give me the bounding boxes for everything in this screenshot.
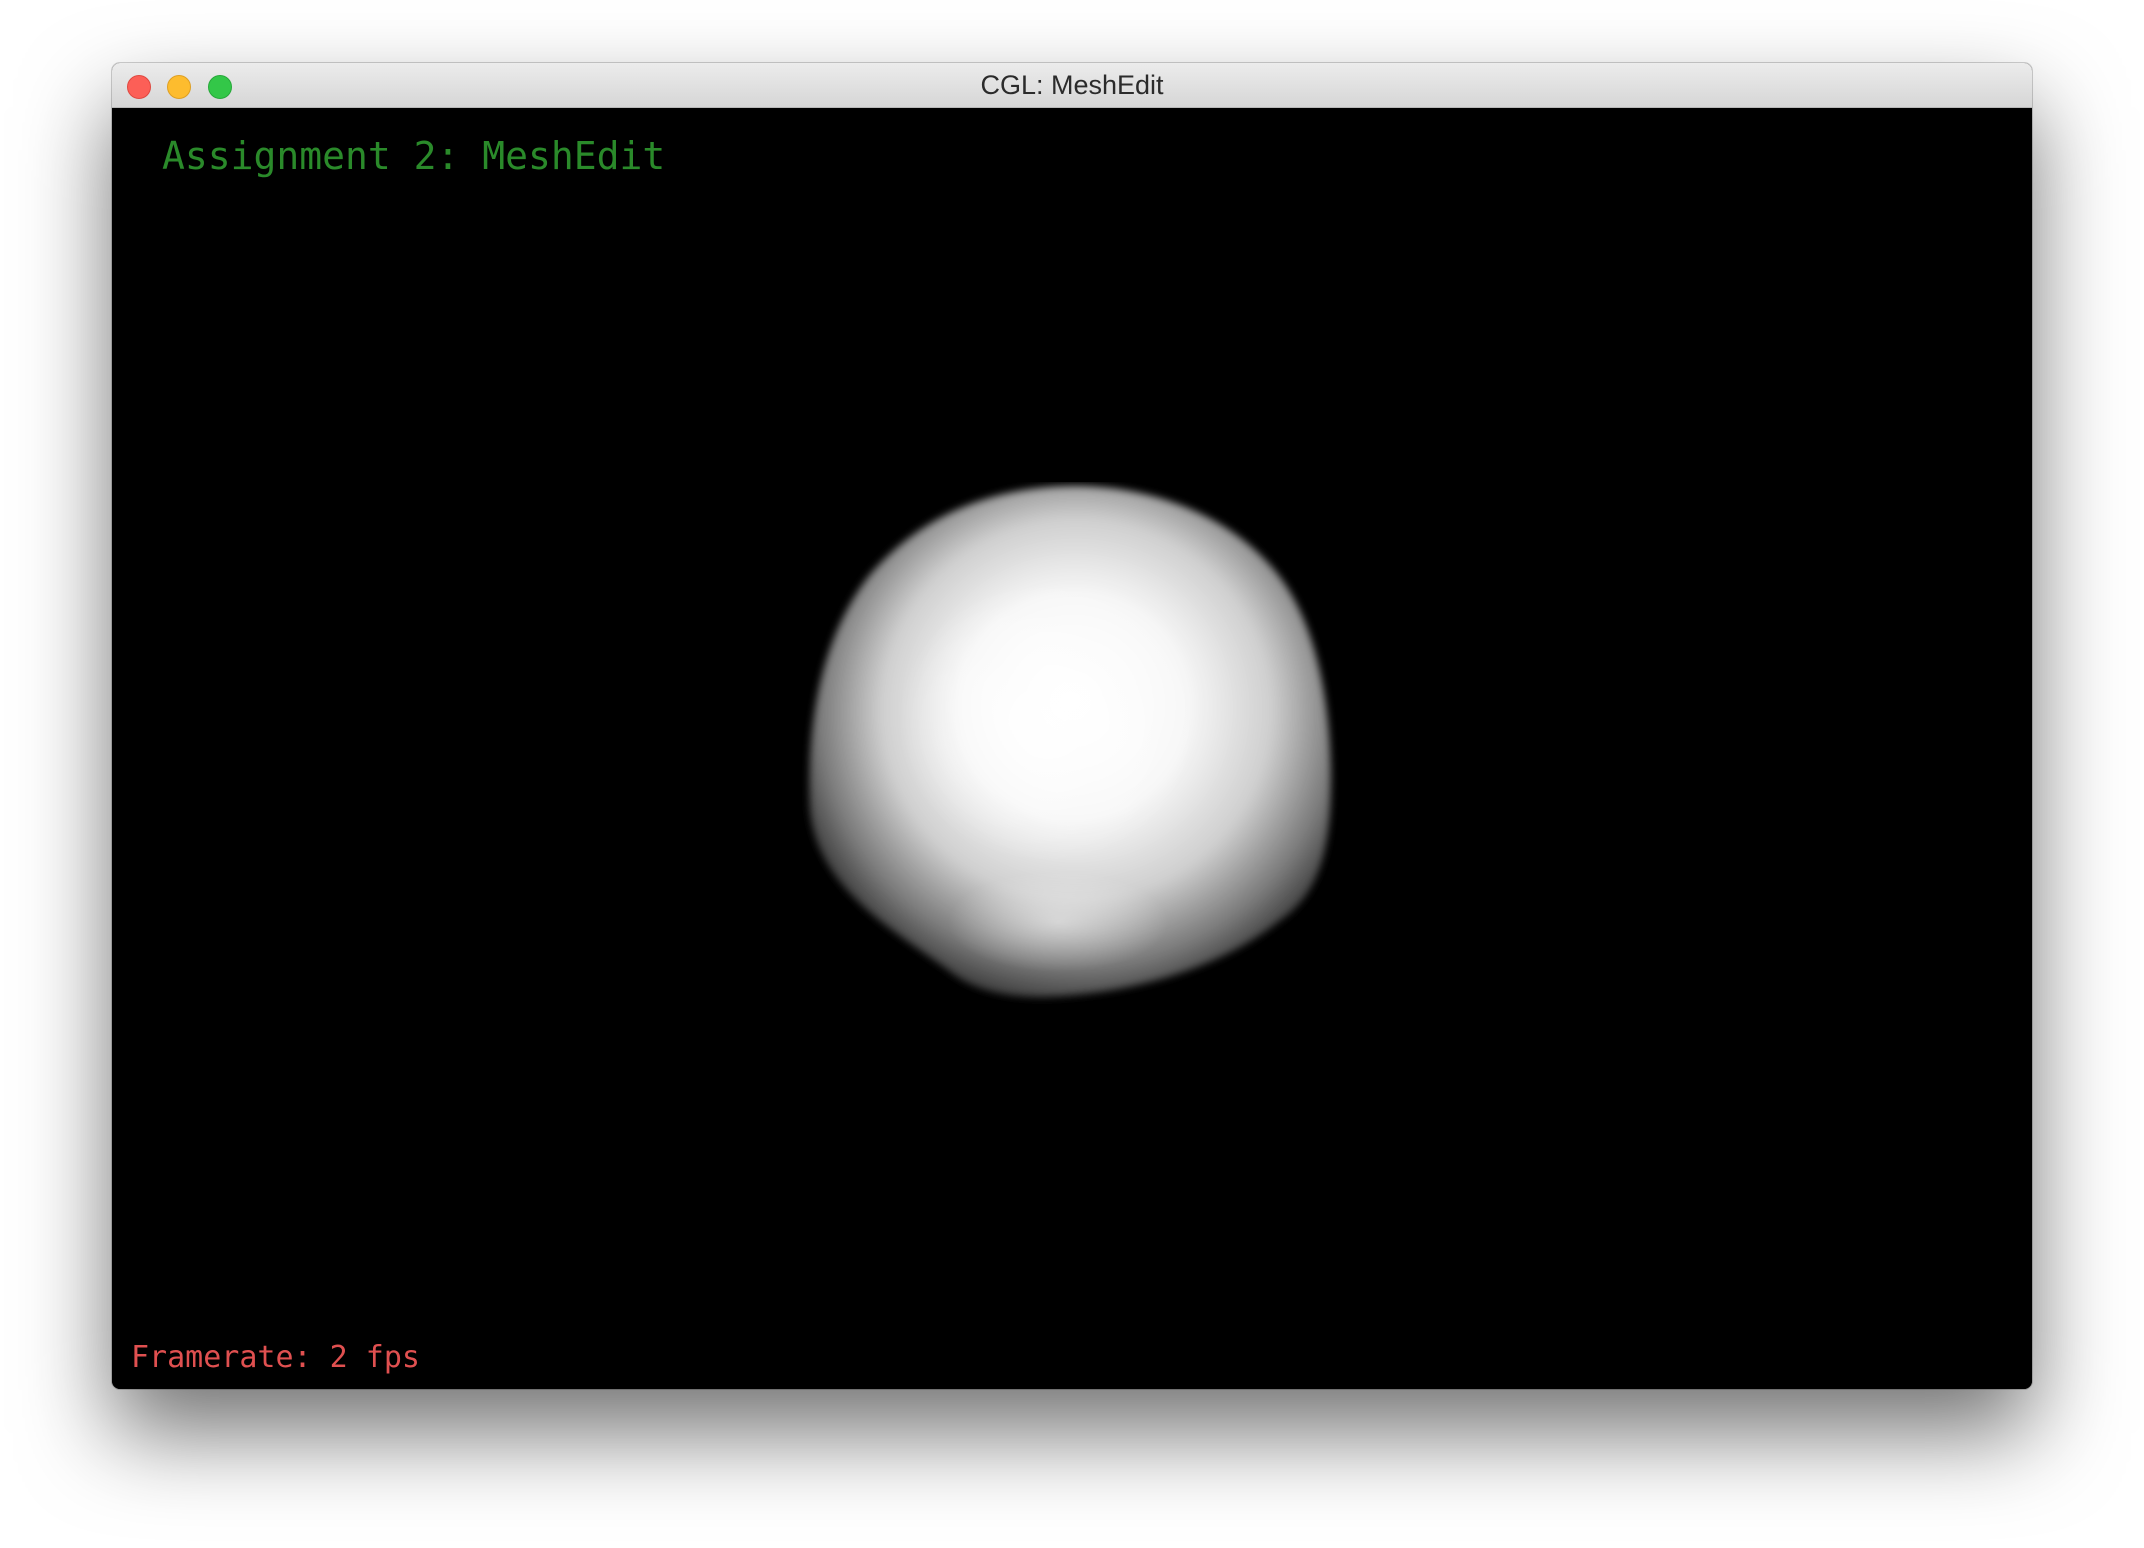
- framerate-display: Framerate: 2 fps: [131, 1340, 420, 1375]
- title-bar[interactable]: CGL: MeshEdit: [112, 63, 2032, 108]
- mesh-object[interactable]: [798, 482, 1358, 1042]
- app-window: CGL: MeshEdit Assignment 2: MeshEdit Fra…: [112, 63, 2032, 1389]
- mesh-highlight: [898, 582, 1198, 862]
- window-title: CGL: MeshEdit: [980, 70, 1164, 100]
- mesh-lower-highlight: [948, 872, 1168, 972]
- assignment-heading: Assignment 2: MeshEdit: [162, 134, 666, 178]
- render-viewport[interactable]: Assignment 2: MeshEdit Framerate: 2 fps: [112, 108, 2032, 1389]
